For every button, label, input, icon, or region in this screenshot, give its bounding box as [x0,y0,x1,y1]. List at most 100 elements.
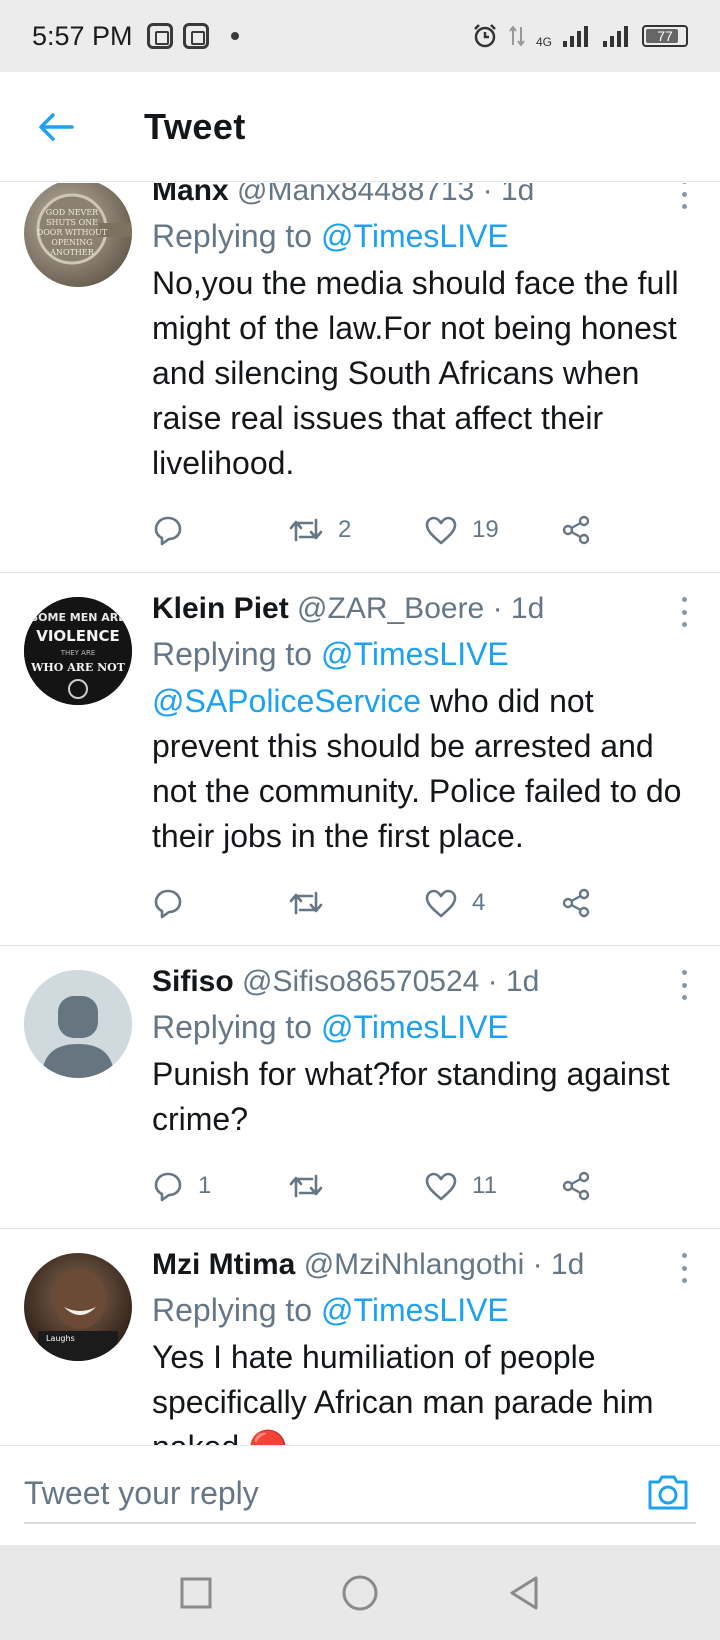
tweet-time: · 1d [482,183,535,207]
reply-button[interactable] [152,887,288,919]
tweet-time: · 1d [492,592,545,625]
signal-icon [563,26,588,47]
share-icon [562,1171,590,1201]
tweet[interactable]: SOME MEN ARE VIOLENCE THEY ARE WHO ARE N… [0,573,720,946]
shirt-image: SOME MEN ARE VIOLENCE THEY ARE WHO ARE N… [24,597,132,705]
retweet-button[interactable] [288,888,424,918]
avatar[interactable]: GOD NEVER SHUTS ONE DOOR WITHOUT OPENING… [24,183,132,287]
data-transfer-icon [509,25,525,47]
home-button[interactable] [330,1563,390,1623]
user-handle: @Sifiso86570524 [242,965,480,998]
replies-feed[interactable]: GOD NEVER SHUTS ONE DOOR WITHOUT OPENING… [0,183,720,1445]
avatar[interactable] [24,970,132,1078]
tweet-text: Yes I hate humiliation of people specifi… [152,1335,696,1445]
tweet-text: @SAPoliceService who did not prevent thi… [152,679,696,859]
tweet-header: Manx @Manx84488713 · 1d [152,183,696,213]
replying-label: Replying to [152,218,313,254]
reply-count: 1 [198,1172,212,1199]
tweet-header: Klein Piet @ZAR_Boere · 1d [152,587,696,631]
tweet[interactable]: Laughs Mzi Mtima @MziNhlangothi · 1d Rep… [0,1229,720,1445]
replying-label: Replying to [152,1292,313,1328]
reply-icon [154,1172,182,1202]
reply-button[interactable]: 1 [152,1170,288,1202]
avatar[interactable]: SOME MEN ARE VIOLENCE THEY ARE WHO ARE N… [24,597,132,705]
network-label: 4G [535,35,552,49]
replying-to: Replying to @TimesLIVE [152,1287,696,1333]
avatar-caption: Laughs [46,1334,75,1343]
user-handle: @ZAR_Boere [297,592,485,625]
share-button[interactable] [560,1170,592,1202]
triangle-back-icon [510,1576,538,1609]
more-options-icon[interactable] [672,183,696,209]
back-button[interactable] [26,97,86,157]
tweet-time: · 1d [487,965,540,998]
reply-input[interactable] [24,1464,696,1524]
more-options-icon[interactable] [672,597,696,627]
share-button[interactable] [560,887,592,919]
text-mention-link[interactable]: @SAPoliceService [152,683,421,719]
like-button[interactable]: 11 [424,1171,560,1201]
reply-button[interactable] [152,514,288,546]
retweet-button[interactable] [288,1171,424,1201]
replying-mention[interactable]: @TimesLIVE [321,218,509,254]
svg-text:ANOTHER: ANOTHER [49,248,94,257]
svg-text:VIOLENCE: VIOLENCE [36,627,120,645]
tweet-header: Mzi Mtima @MziNhlangothi · 1d [152,1243,696,1287]
circle-icon [342,1575,378,1610]
replying-mention[interactable]: @TimesLIVE [321,1009,509,1045]
tweet[interactable]: Sifiso @Sifiso86570524 · 1d Replying to … [0,946,720,1229]
arrow-left-icon [39,112,74,141]
user-handle: @Manx84488713 [237,183,475,207]
key-image: GOD NEVER SHUTS ONE DOOR WITHOUT OPENING… [36,193,132,265]
avatar[interactable]: Laughs [24,1253,132,1361]
tweet-text-content: Yes I hate humiliation of people specifi… [152,1339,654,1445]
tweet-actions: 4 [152,881,696,925]
replying-label: Replying to [152,636,313,672]
reply-bar [0,1445,720,1545]
square-icon [180,1577,212,1608]
status-bar: 5:57 PM 4G 77 [0,0,720,72]
share-button[interactable] [560,514,592,546]
display-name[interactable]: Mzi Mtima [152,1248,295,1281]
retweet-icon [289,1174,323,1198]
reply-icon [154,516,182,546]
tweet-text-content: No,you the media should face the full mi… [152,265,679,481]
more-options-icon[interactable] [672,1253,696,1283]
default-avatar-icon [24,970,132,1078]
display-name[interactable]: Sifiso [152,965,234,998]
tweet-header: Sifiso @Sifiso86570524 · 1d [152,960,696,1004]
heart-icon [425,516,457,545]
tweet-text: Punish for what?for standing against cri… [152,1052,696,1142]
replying-mention[interactable]: @TimesLIVE [321,1292,509,1328]
like-count: 4 [472,889,486,916]
signal-icon [603,26,628,47]
tweet-body: Sifiso @Sifiso86570524 · 1d Replying to … [152,960,696,1208]
notification-icon [146,23,173,49]
retweet-button[interactable]: 2 [288,515,424,545]
like-button[interactable]: 19 [424,515,560,545]
tweet-time: · 1d [532,1248,585,1281]
camera-button[interactable] [644,1468,692,1516]
tweet-text-content: Punish for what?for standing against cri… [152,1056,670,1137]
svg-text:SOME MEN ARE: SOME MEN ARE [30,611,126,624]
more-options-icon[interactable] [672,970,696,1000]
tweet-body: Manx @Manx84488713 · 1d Replying to @Tim… [152,183,696,552]
svg-text:SHUTS ONE: SHUTS ONE [46,218,98,227]
page-title: Tweet [144,105,246,147]
display-name[interactable]: Klein Piet [152,592,289,625]
back-nav-button[interactable] [494,1563,554,1623]
tweet[interactable]: GOD NEVER SHUTS ONE DOOR WITHOUT OPENING… [0,183,720,573]
replying-mention[interactable]: @TimesLIVE [321,636,509,672]
status-icons: 4G 77 [472,23,688,49]
like-button[interactable]: 4 [424,888,560,918]
tweet-text: No,you the media should face the full mi… [152,261,696,486]
camera-icon [648,1475,688,1510]
display-name[interactable]: Manx [152,183,229,207]
svg-text:GOD NEVER: GOD NEVER [46,208,99,217]
svg-text:DOOR WITHOUT: DOOR WITHOUT [37,228,108,237]
recents-button[interactable] [166,1563,226,1623]
replying-to: Replying to @TimesLIVE [152,1004,696,1050]
status-time: 5:57 PM [32,20,133,51]
more-notifications-icon [230,32,239,40]
alarm-icon [474,24,496,48]
